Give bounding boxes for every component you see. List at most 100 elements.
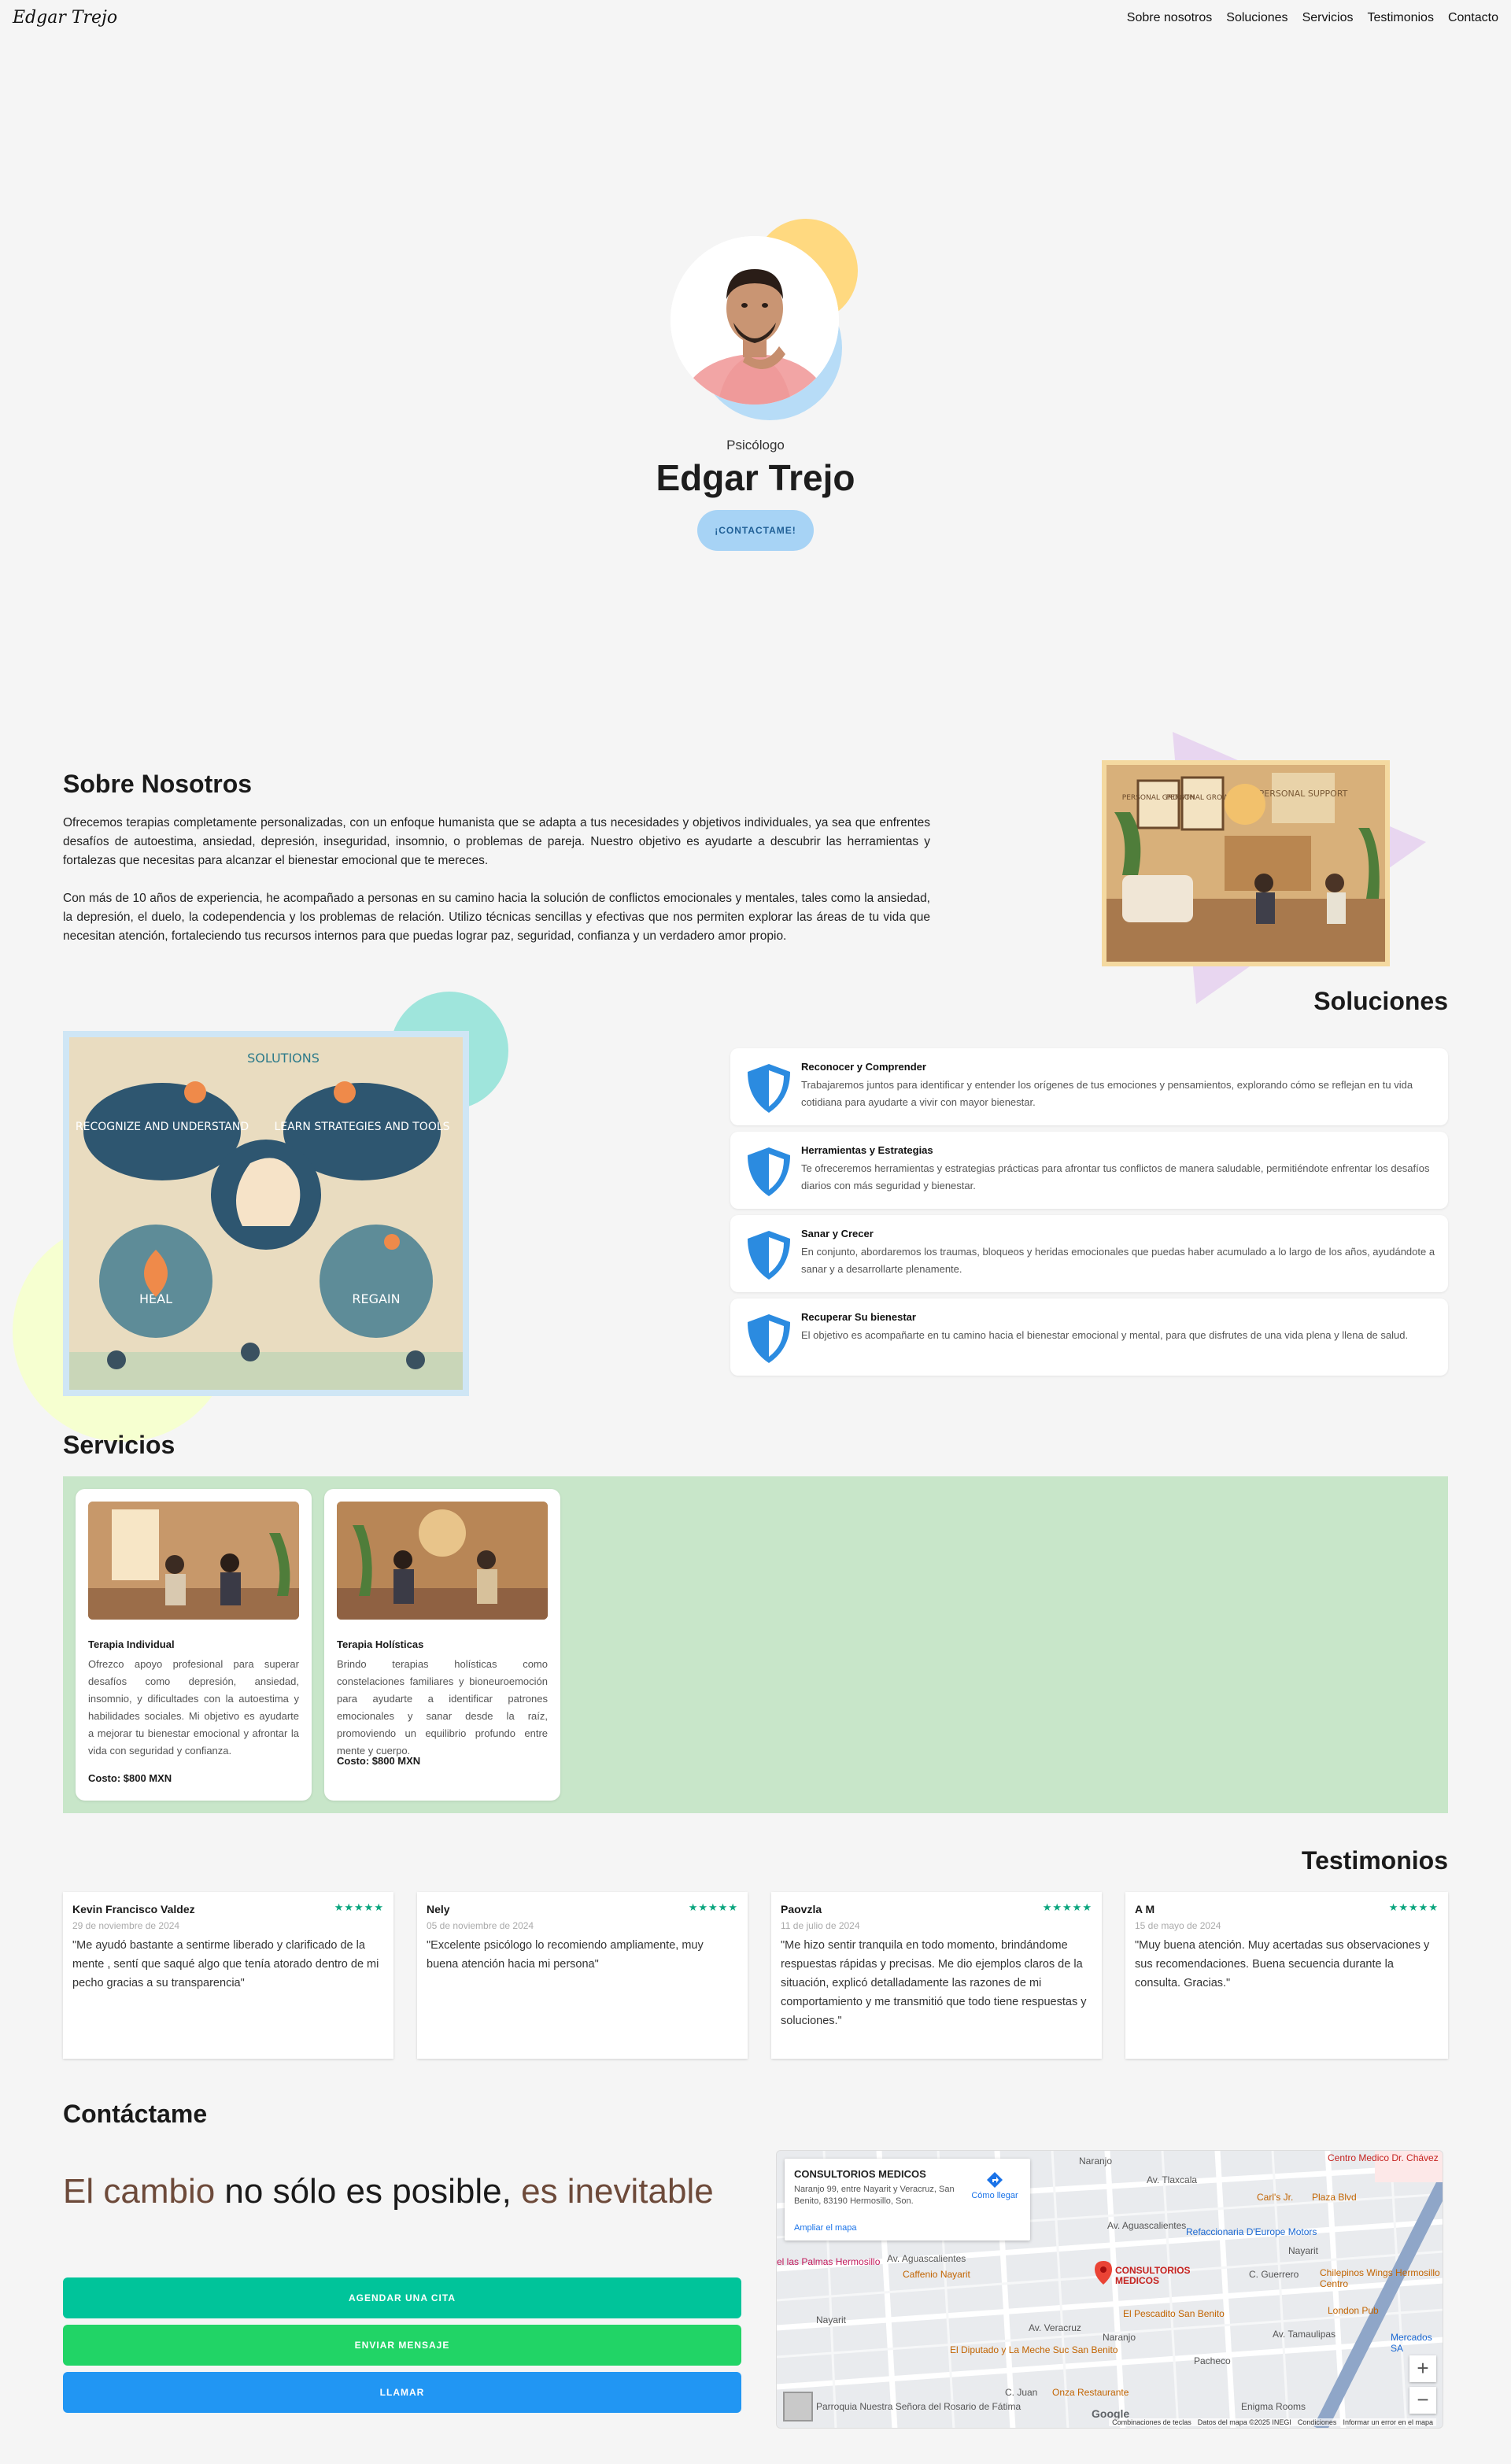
map-street-label: Naranjo [1079, 2156, 1113, 2167]
map-layers-icon[interactable] [783, 2392, 813, 2422]
location-map[interactable]: Av. Tlaxcala Av. Aguascalientes Av. Agua… [776, 2150, 1443, 2429]
shield-icon [748, 1064, 790, 1113]
solutions-image-title: SOLUTIONS [247, 1051, 320, 1066]
testimonial-card: A M ★★★★★ 15 de mayo de 2024 "Muy buena … [1125, 1892, 1448, 2059]
solution-title: Reconocer y Comprender [801, 1061, 926, 1073]
service-title: Terapia Individual [88, 1638, 175, 1650]
map-street-label: Naranjo [1103, 2332, 1136, 2343]
shield-icon [748, 1147, 790, 1196]
map-poi[interactable]: Centro Medico Dr. Chávez [1328, 2152, 1439, 2163]
services-panel: Terapia Individual Ofrezco apoyo profesi… [63, 1476, 1448, 1813]
solution-desc: El objetivo es acompañarte en tu camino … [801, 1329, 1409, 1341]
nav-menu: Sobre nosotros Soluciones Servicios Test… [1127, 11, 1498, 25]
map-enlarge-link[interactable]: Ampliar el mapa [794, 2223, 856, 2233]
map-poi[interactable]: el las Palmas Hermosillo [777, 2256, 880, 2267]
testimonial-name: Paovzla [781, 1903, 822, 1915]
service-card[interactable]: Terapia Individual Ofrezco apoyo profesi… [76, 1489, 312, 1801]
shield-icon [748, 1314, 790, 1363]
nav-item-contacto[interactable]: Contacto [1448, 11, 1498, 25]
map-street-label: Nayarit [816, 2314, 847, 2325]
solutions-image: SOLUTIONS RECOGNIZE AND UNDERSTAND LEARN… [63, 1031, 469, 1396]
map-street-label: Nayarit [1288, 2245, 1319, 2256]
nav-item-testimonios[interactable]: Testimonios [1367, 11, 1433, 25]
zoom-in-button[interactable]: + [1409, 2355, 1436, 2382]
solution-title: Herramientas y Estrategias [801, 1144, 933, 1156]
testimonial-text: "Excelente psicólogo lo recomiendo ampli… [427, 1939, 704, 1971]
star-rating-icon: ★★★★★ [688, 1901, 738, 1913]
testimonial-date: 29 de noviembre de 2024 [72, 1920, 180, 1931]
testimonial-text: "Me hizo sentir tranquila en todo moment… [781, 1939, 1087, 2027]
map-poi[interactable]: Plaza Blvd [1312, 2192, 1357, 2203]
directions-icon [987, 2172, 1003, 2188]
map-street-label: Pacheco [1194, 2355, 1231, 2366]
section-title-contact: Contáctame [63, 2100, 208, 2128]
tagline-part-3: es inevitable [521, 2172, 714, 2211]
map-street-label: Av. Veracruz [1029, 2322, 1081, 2333]
contact-me-button[interactable]: ¡CONTACTAME! [697, 510, 814, 551]
zoom-out-button[interactable]: − [1409, 2387, 1436, 2414]
section-title-services: Servicios [63, 1431, 175, 1459]
testimonial-date: 15 de mayo de 2024 [1135, 1920, 1221, 1931]
testimonial-text: "Me ayudó bastante a sentirme liberado y… [72, 1939, 379, 1989]
testimonial-date: 11 de julio de 2024 [781, 1920, 860, 1931]
service-desc: Ofrezco apoyo profesional para superar d… [88, 1658, 299, 1757]
star-rating-icon: ★★★★★ [1388, 1901, 1439, 1913]
solution-title: Sanar y Crecer [801, 1228, 874, 1239]
testimonial-card: Paovzla ★★★★★ 11 de julio de 2024 "Me hi… [771, 1892, 1102, 2059]
map-footer-terms[interactable]: Condiciones [1298, 2418, 1337, 2426]
directions-link[interactable]: Cómo llegar [967, 2171, 1022, 2200]
about-image: PERSONAL GROWTH PERSONAL GROWTH PERSONAL… [1102, 760, 1390, 966]
solution-card: Reconocer y Comprender Trabajaremos junt… [730, 1048, 1448, 1125]
solution-card: Sanar y Crecer En conjunto, abordaremos … [730, 1215, 1448, 1292]
map-pin-icon[interactable] [1095, 2261, 1112, 2285]
solution-desc: Te ofreceremos herramientas y estrategia… [801, 1162, 1430, 1191]
map-footer-shortcuts[interactable]: Combinaciones de teclas [1112, 2418, 1191, 2426]
testimonial-name: Nely [427, 1903, 450, 1915]
service-card[interactable]: Terapia Holísticas Brindo terapias holís… [324, 1489, 560, 1801]
about-paragraph-2: Con más de 10 años de experiencia, he ac… [63, 892, 930, 943]
shield-icon [748, 1231, 790, 1280]
testimonial-card: Nely ★★★★★ 05 de noviembre de 2024 "Exce… [417, 1892, 748, 2059]
nav-item-soluciones[interactable]: Soluciones [1226, 11, 1287, 25]
map-poi[interactable]: Enigma Rooms [1241, 2401, 1306, 2412]
schedule-appointment-button[interactable]: AGENDAR UNA CITA [63, 2277, 741, 2318]
map-poi[interactable]: London Pub [1328, 2305, 1379, 2316]
solutions-image-label-4: REGAIN [352, 1291, 400, 1306]
service-cost: Costo: $800 MXN [88, 1772, 172, 1784]
nav-item-sobre-nosotros[interactable]: Sobre nosotros [1127, 11, 1213, 25]
map-footer-report[interactable]: Informar un error en el mapa [1343, 2418, 1433, 2426]
navbar: Edgar Trejo Sobre nosotros Soluciones Se… [0, 0, 1511, 38]
map-info-card: CONSULTORIOS MEDICOS Naranjo 99, entre N… [785, 2159, 1030, 2241]
map-place-address: Naranjo 99, entre Nayarit y Veracruz, Sa… [794, 2185, 955, 2206]
map-footer-data: Datos del mapa ©2025 INEGI [1197, 2418, 1291, 2426]
call-button[interactable]: LLAMAR [63, 2372, 741, 2413]
solution-desc: En conjunto, abordaremos los traumas, bl… [801, 1246, 1435, 1275]
about-paragraph-1: Ofrecemos terapias completamente persona… [63, 816, 930, 867]
directions-label: Cómo llegar [971, 2191, 1018, 2200]
solution-card: Recuperar Su bienestar El objetivo es ac… [730, 1298, 1448, 1376]
section-title-solutions: Soluciones [1313, 987, 1448, 1015]
solution-title: Recuperar Su bienestar [801, 1311, 916, 1323]
map-poi[interactable]: Carl's Jr. [1257, 2192, 1293, 2203]
map-poi[interactable]: Parroquia Nuestra Señora del Rosario de … [816, 2401, 1021, 2412]
solution-card: Herramientas y Estrategias Te ofreceremo… [730, 1132, 1448, 1209]
map-street-label: Av. Tamaulipas [1273, 2329, 1336, 2340]
map-street-label: C. Juan [1005, 2387, 1038, 2398]
tagline-part-2: no sólo es posible, [215, 2172, 522, 2211]
map-poi[interactable]: Mercados SA [1391, 2332, 1443, 2354]
map-poi[interactable]: Onza Restaurante [1052, 2387, 1129, 2398]
map-poi[interactable]: El Pescadito San Benito [1123, 2308, 1225, 2319]
star-rating-icon: ★★★★★ [1042, 1901, 1092, 1913]
service-image [337, 1502, 548, 1620]
map-poi[interactable]: Refaccionaria D'Europe Motors [1186, 2226, 1317, 2237]
about-sign-3: PERSONAL SUPPORT [1259, 789, 1348, 799]
map-poi[interactable]: El Diputado y La Meche Suc San Benito [950, 2344, 1118, 2355]
map-street-label: Av. Aguascalientes [1107, 2220, 1187, 2231]
map-poi[interactable]: Chilepinos Wings Hermosillo Centro [1320, 2267, 1443, 2289]
site-logo[interactable]: Edgar Trejo [13, 8, 117, 28]
testimonial-name: Kevin Francisco Valdez [72, 1903, 195, 1915]
map-poi[interactable]: Caffenio Nayarit [903, 2269, 970, 2280]
nav-item-servicios[interactable]: Servicios [1302, 11, 1354, 25]
map-pin-label: CONSULTORIOS MEDICOS [1115, 2265, 1191, 2286]
send-message-button[interactable]: ENVIAR MENSAJE [63, 2325, 741, 2366]
